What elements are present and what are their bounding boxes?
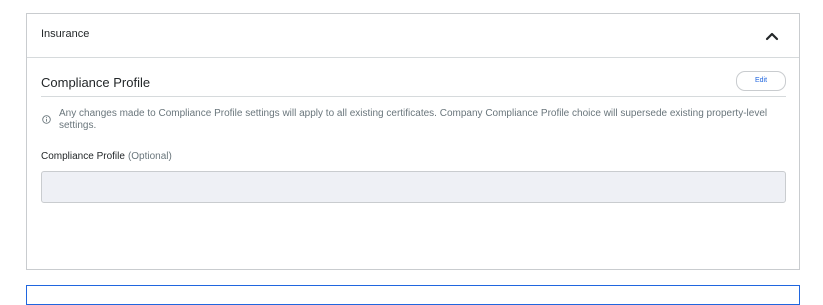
compliance-profile-label: Compliance Profile (Optional)	[41, 151, 172, 162]
insurance-panel: Insurance Compliance Profile Edit Any ch…	[26, 13, 800, 270]
compliance-profile-select[interactable]	[41, 171, 786, 203]
info-circle-icon	[42, 111, 51, 124]
next-panel	[26, 285, 800, 305]
info-message: Any changes made to Compliance Profile s…	[59, 108, 768, 131]
section-title: Compliance Profile	[41, 75, 151, 90]
edit-button[interactable]: Edit	[736, 71, 786, 91]
optional-label: (Optional)	[127, 151, 172, 162]
collapse-button[interactable]	[763, 27, 781, 45]
divider	[41, 96, 786, 97]
field-label-text: Compliance Profile	[41, 151, 125, 162]
chevron-up-icon	[765, 32, 779, 41]
panel-title: Insurance	[41, 28, 90, 40]
panel-header[interactable]: Insurance	[27, 14, 799, 58]
